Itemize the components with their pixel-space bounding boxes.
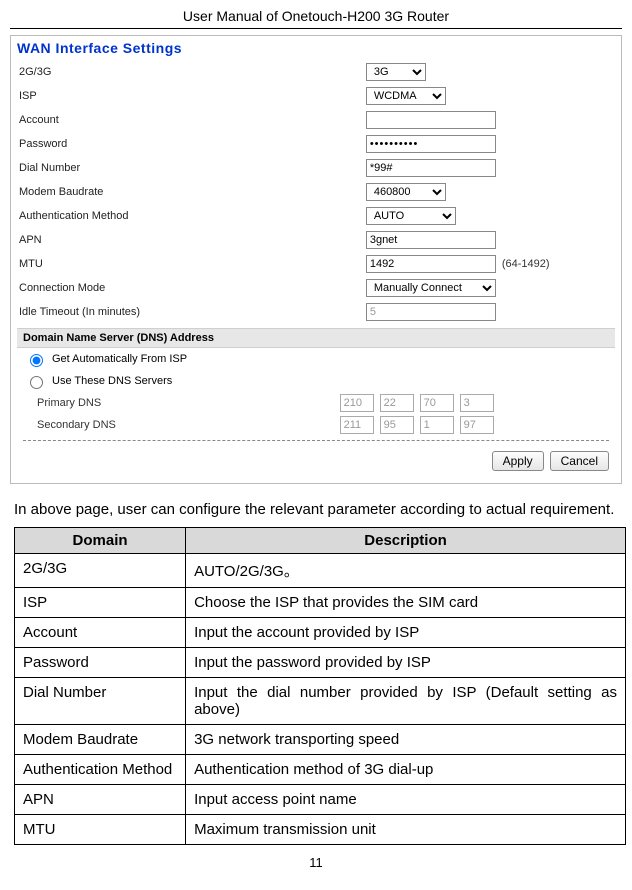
input-dial[interactable] — [366, 159, 496, 177]
row-apn: APN — [17, 228, 615, 252]
row-auth: Authentication Method AUTO — [17, 204, 615, 228]
secondary-dns-3[interactable] — [460, 416, 494, 434]
description-table: Domain Description 2G/3GAUTO/2G/3G。ISPCh… — [14, 527, 626, 845]
secondary-dns-2[interactable] — [420, 416, 454, 434]
select-auth[interactable]: AUTO — [366, 207, 456, 225]
row-idle: Idle Timeout (In minutes) — [17, 300, 615, 324]
label-apn: APN — [17, 234, 366, 246]
cell-domain: MTU — [15, 815, 186, 845]
dns-manual-label: Use These DNS Servers — [52, 375, 172, 387]
row-isp: ISP WCDMA — [17, 84, 615, 108]
label-baud: Modem Baudrate — [17, 186, 366, 198]
cell-description: 3G network transporting speed — [186, 725, 626, 755]
secondary-dns-0[interactable] — [340, 416, 374, 434]
th-description: Description — [186, 528, 626, 554]
cell-description: Input the password provided by ISP — [186, 648, 626, 678]
cell-domain: Password — [15, 648, 186, 678]
cancel-button[interactable]: Cancel — [550, 451, 609, 471]
primary-dns-3[interactable] — [460, 394, 494, 412]
description-tbody: 2G/3GAUTO/2G/3G。ISPChoose the ISP that p… — [15, 554, 626, 845]
dns-auto-label: Get Automatically From ISP — [52, 353, 187, 365]
cell-description: Input the account provided by ISP — [186, 618, 626, 648]
cell-description: Maximum transmission unit — [186, 815, 626, 845]
input-apn[interactable] — [366, 231, 496, 249]
panel-title: WAN Interface Settings — [11, 36, 621, 60]
label-secondary-dns: Secondary DNS — [25, 419, 340, 431]
label-isp: ISP — [17, 90, 366, 102]
label-mtu: MTU — [17, 258, 366, 270]
cell-description: Choose the ISP that provides the SIM car… — [186, 588, 626, 618]
mtu-hint: (64-1492) — [502, 258, 550, 270]
cell-domain: ISP — [15, 588, 186, 618]
cell-domain: Authentication Method — [15, 755, 186, 785]
button-bar: Apply Cancel — [17, 445, 615, 477]
radio-dns-manual[interactable] — [30, 376, 43, 389]
row-password: Password — [17, 132, 615, 156]
label-auth: Authentication Method — [17, 210, 366, 222]
label-account: Account — [17, 114, 366, 126]
table-row: Authentication MethodAuthentication meth… — [15, 755, 626, 785]
table-row: 2G/3GAUTO/2G/3G。 — [15, 554, 626, 588]
cell-domain: Account — [15, 618, 186, 648]
label-idle: Idle Timeout (In minutes) — [17, 306, 366, 318]
body-paragraph: In above page, user can configure the re… — [14, 498, 618, 521]
primary-dns-2[interactable] — [420, 394, 454, 412]
table-row: AccountInput the account provided by ISP — [15, 618, 626, 648]
apply-button[interactable]: Apply — [492, 451, 544, 471]
select-conn[interactable]: Manually Connect — [366, 279, 496, 297]
table-row: Dial NumberInput the dial number provide… — [15, 678, 626, 725]
cell-description: Input the dial number provided by ISP (D… — [186, 678, 626, 725]
select-isp[interactable]: WCDMA — [366, 87, 446, 105]
form-area: 2G/3G 3G ISP WCDMA Account Password Dial… — [11, 60, 621, 483]
table-row: MTUMaximum transmission unit — [15, 815, 626, 845]
row-dial: Dial Number — [17, 156, 615, 180]
row-baud: Modem Baudrate 460800 — [17, 180, 615, 204]
select-2g3g[interactable]: 3G — [366, 63, 426, 81]
divider — [23, 440, 609, 441]
dns-header: Domain Name Server (DNS) Address — [17, 328, 615, 348]
label-2g3g: 2G/3G — [17, 66, 366, 78]
cell-description: Input access point name — [186, 785, 626, 815]
cell-description: Authentication method of 3G dial-up — [186, 755, 626, 785]
input-account[interactable] — [366, 111, 496, 129]
input-mtu[interactable] — [366, 255, 496, 273]
dns-opt-auto[interactable]: Get Automatically From ISP — [17, 348, 615, 370]
primary-dns-1[interactable] — [380, 394, 414, 412]
select-baud[interactable]: 460800 — [366, 183, 446, 201]
row-2g3g: 2G/3G 3G — [17, 60, 615, 84]
primary-dns-0[interactable] — [340, 394, 374, 412]
secondary-dns-1[interactable] — [380, 416, 414, 434]
radio-dns-auto[interactable] — [30, 354, 43, 367]
label-primary-dns: Primary DNS — [25, 397, 340, 409]
row-account: Account — [17, 108, 615, 132]
table-row: PasswordInput the password provided by I… — [15, 648, 626, 678]
row-mtu: MTU (64-1492) — [17, 252, 615, 276]
input-idle[interactable] — [366, 303, 496, 321]
cell-domain: 2G/3G — [15, 554, 186, 588]
page-number: 11 — [10, 855, 622, 870]
cell-domain: Modem Baudrate — [15, 725, 186, 755]
label-conn: Connection Mode — [17, 282, 366, 294]
input-password[interactable] — [366, 135, 496, 153]
label-dial: Dial Number — [17, 162, 366, 174]
table-row: APNInput access point name — [15, 785, 626, 815]
row-secondary-dns: Secondary DNS — [17, 414, 615, 436]
row-primary-dns: Primary DNS — [17, 392, 615, 414]
cell-description: AUTO/2G/3G。 — [186, 554, 626, 588]
table-row: ISPChoose the ISP that provides the SIM … — [15, 588, 626, 618]
label-password: Password — [17, 138, 366, 150]
cell-domain: APN — [15, 785, 186, 815]
dns-opt-manual[interactable]: Use These DNS Servers — [17, 370, 615, 392]
table-row: Modem Baudrate3G network transporting sp… — [15, 725, 626, 755]
page-header: User Manual of Onetouch-H200 3G Router — [10, 0, 622, 29]
th-domain: Domain — [15, 528, 186, 554]
cell-domain: Dial Number — [15, 678, 186, 725]
settings-panel: WAN Interface Settings 2G/3G 3G ISP WCDM… — [10, 35, 622, 484]
row-conn: Connection Mode Manually Connect — [17, 276, 615, 300]
